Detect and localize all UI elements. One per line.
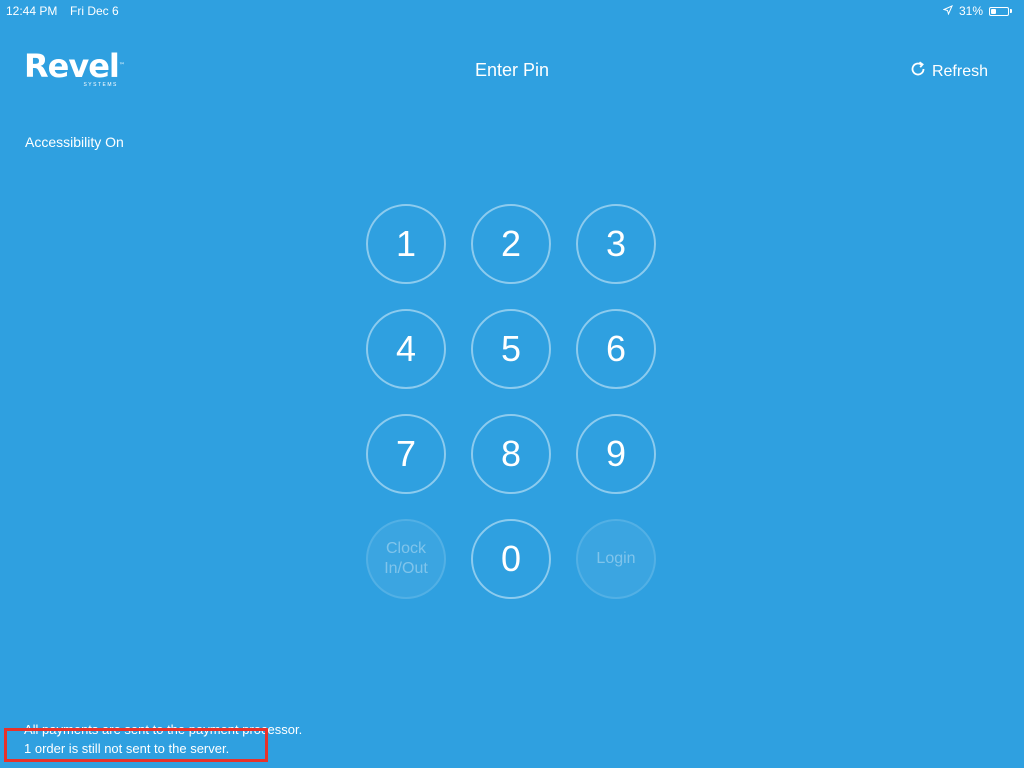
key-9[interactable]: 9 [576, 414, 656, 494]
clock-in-out-button[interactable]: Clock In/Out [366, 519, 446, 599]
status-time: 12:44 PM [6, 4, 58, 18]
key-4[interactable]: 4 [366, 309, 446, 389]
accessibility-toggle[interactable]: Accessibility On [25, 134, 124, 150]
key-6[interactable]: 6 [576, 309, 656, 389]
highlight-annotation-box [4, 728, 268, 762]
clock-label-line1: Clock [385, 540, 426, 557]
battery-percent: 31% [958, 4, 983, 18]
login-button[interactable]: Login [576, 519, 656, 599]
status-right: 31% [942, 4, 1012, 18]
battery-icon [989, 6, 1009, 16]
key-7[interactable]: 7 [366, 414, 446, 494]
battery-fill [991, 8, 996, 14]
key-0[interactable]: 0 [471, 519, 551, 599]
key-1[interactable]: 1 [366, 204, 446, 284]
key-3[interactable]: 3 [576, 204, 656, 284]
page-title: Enter Pin [474, 60, 550, 80]
clock-label-line2: In/Out [384, 560, 428, 577]
key-8[interactable]: 8 [471, 414, 551, 494]
pin-keypad: 1 2 3 4 5 6 7 8 9 Clock In/Out 0 Login [366, 204, 656, 599]
battery-tip [1010, 9, 1012, 13]
refresh-icon [909, 60, 927, 83]
status-bar: 12:44 PM Fri Dec 6 31% [0, 0, 1024, 22]
refresh-button[interactable]: Refresh [909, 60, 988, 83]
status-date: Fri Dec 6 [70, 4, 119, 18]
key-5[interactable]: 5 [471, 309, 551, 389]
refresh-label: Refresh [931, 62, 988, 80]
clock-in-out-label: Clock In/Out [384, 539, 428, 579]
key-2[interactable]: 2 [471, 204, 551, 284]
location-arrow-icon [942, 4, 953, 18]
